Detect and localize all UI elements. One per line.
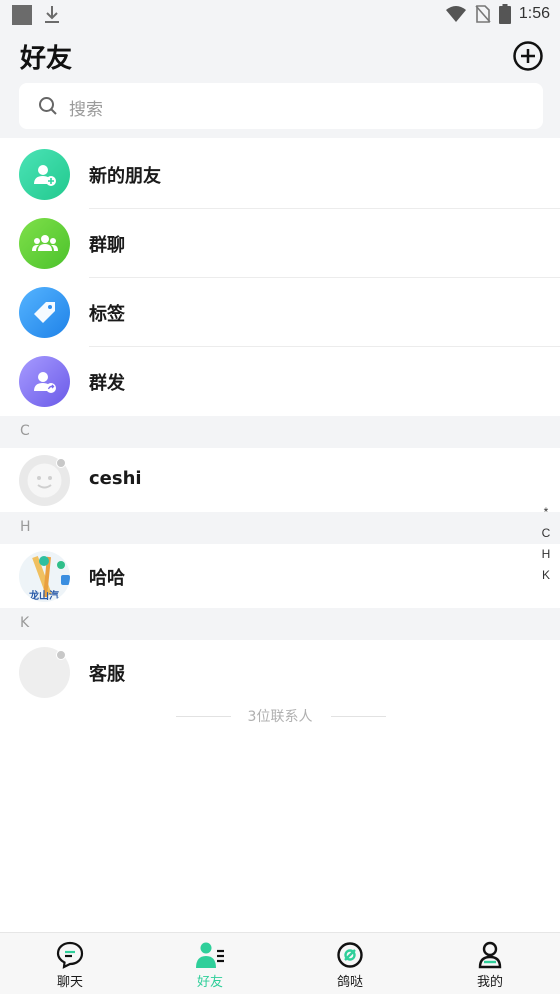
section-letter: H <box>20 519 31 535</box>
tab-friends[interactable]: 好友 <box>140 933 280 994</box>
menu-label: 标签 <box>89 304 125 325</box>
tags-item[interactable]: 标签 <box>0 278 560 347</box>
count-line-right <box>331 716 386 717</box>
search-placeholder: 搜索 <box>69 100 103 120</box>
tab-profile[interactable]: 我的 <box>420 933 560 994</box>
search-input[interactable]: 搜索 <box>19 83 543 129</box>
contact-name: ceshi <box>89 468 142 489</box>
chat-icon <box>56 941 84 969</box>
menu-label: 群发 <box>89 373 125 394</box>
header: 好友 搜索 <box>0 30 560 138</box>
tab-label: 好友 <box>196 975 223 990</box>
wifi-icon <box>445 6 466 22</box>
section-header-c: C <box>0 416 560 448</box>
contact-item[interactable]: ceshi <box>0 448 560 512</box>
menu-label: 群聊 <box>89 235 125 256</box>
section-letter: K <box>20 615 30 631</box>
contact-item[interactable]: 客服 <box>0 640 560 704</box>
index-letter[interactable]: H <box>542 544 551 565</box>
tab-label: 聊天 <box>56 975 83 990</box>
alphabet-index-bar[interactable]: * C H K <box>538 502 554 586</box>
online-status-dot <box>56 458 66 468</box>
avatar: 龙山汽 <box>19 551 70 602</box>
notification-icon <box>12 5 32 25</box>
download-icon <box>45 6 59 23</box>
menu-label: 新的朋友 <box>89 166 161 187</box>
broadcast-icon <box>19 356 70 407</box>
add-friend-icon <box>19 149 70 200</box>
discover-icon <box>337 942 363 968</box>
tab-discover[interactable]: 鸽哒 <box>280 933 420 994</box>
avatar-caption: 龙山汽 <box>29 591 59 602</box>
profile-icon <box>478 941 502 969</box>
plus-circle-icon[interactable] <box>512 40 544 72</box>
index-letter[interactable]: K <box>542 565 550 586</box>
battery-icon <box>498 4 511 24</box>
contact-count: 3位联系人 <box>0 704 560 728</box>
contact-name: 客服 <box>89 664 125 685</box>
page-title: 好友 <box>20 44 73 74</box>
section-letter: C <box>20 423 30 439</box>
section-header-h: H <box>0 512 560 544</box>
group-chat-icon <box>19 218 70 269</box>
index-letter[interactable]: * <box>544 502 549 523</box>
contact-name: 哈哈 <box>89 568 125 589</box>
no-sim-icon <box>475 5 491 23</box>
index-letter[interactable]: C <box>542 523 551 544</box>
bottom-tab-bar: 聊天 好友 鸽哒 我的 <box>0 932 560 994</box>
status-time: 1:56 <box>518 5 550 22</box>
tab-chat[interactable]: 聊天 <box>0 933 140 994</box>
tab-label: 我的 <box>476 975 503 990</box>
tag-icon <box>19 287 70 338</box>
search-icon <box>39 97 57 115</box>
contact-item[interactable]: 龙山汽 哈哈 <box>0 544 560 608</box>
section-header-k: K <box>0 608 560 640</box>
status-bar: 1:56 <box>0 0 560 30</box>
broadcast-item[interactable]: 群发 <box>0 347 560 416</box>
tab-label: 鸽哒 <box>336 975 363 990</box>
new-friends-item[interactable]: 新的朋友 <box>0 140 560 209</box>
group-chat-item[interactable]: 群聊 <box>0 209 560 278</box>
contact-count-text: 3位联系人 <box>247 709 313 725</box>
friends-icon <box>196 942 224 968</box>
online-status-dot <box>56 650 66 660</box>
